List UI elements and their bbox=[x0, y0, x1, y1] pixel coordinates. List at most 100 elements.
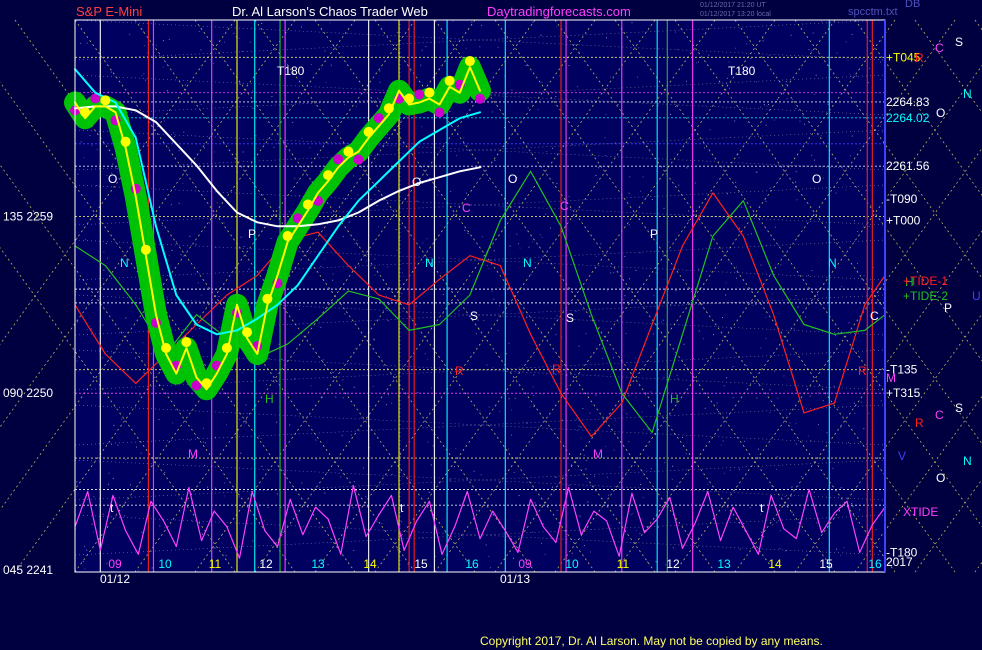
hour-label: 16 bbox=[868, 557, 882, 571]
star-dot bbox=[809, 395, 811, 397]
star-dot bbox=[139, 394, 141, 396]
right-planet-letter: N bbox=[963, 87, 972, 101]
star-dot bbox=[84, 545, 86, 547]
star-dot bbox=[642, 176, 644, 178]
star-dot bbox=[870, 131, 872, 133]
left-axis-tick: 135 2259 bbox=[3, 209, 53, 223]
star-dot bbox=[175, 241, 177, 243]
star-dot bbox=[556, 315, 558, 317]
star-dot bbox=[514, 131, 516, 132]
star-dot bbox=[818, 50, 819, 52]
star-dot bbox=[387, 320, 389, 322]
price-dot bbox=[282, 231, 293, 241]
star-dot bbox=[486, 265, 488, 267]
star-dot bbox=[353, 175, 354, 177]
star-dot bbox=[170, 204, 172, 206]
left-axis-tick: 045 2241 bbox=[3, 563, 53, 577]
price-dot bbox=[161, 343, 172, 353]
star-dot bbox=[340, 476, 342, 478]
planet-letter: H bbox=[265, 392, 274, 406]
star-dot bbox=[734, 120, 736, 122]
star-dot bbox=[532, 21, 534, 23]
star-dot bbox=[577, 57, 578, 59]
star-dot bbox=[92, 531, 94, 533]
star-dot bbox=[142, 342, 144, 344]
price-dot bbox=[464, 56, 475, 67]
star-dot bbox=[426, 238, 428, 240]
star-dot bbox=[322, 359, 324, 361]
star-dot bbox=[627, 301, 629, 303]
star-dot bbox=[810, 440, 812, 442]
right-planet-letter: C bbox=[935, 408, 944, 422]
star-dot bbox=[245, 418, 247, 420]
star-dot bbox=[532, 386, 534, 388]
star-dot bbox=[479, 410, 481, 412]
star-dot bbox=[213, 63, 215, 65]
star-dot bbox=[294, 177, 296, 179]
star-dot bbox=[197, 282, 199, 284]
right-axis-label: 2264.83 bbox=[886, 95, 930, 109]
star-dot bbox=[746, 43, 748, 45]
star-dot bbox=[420, 64, 422, 66]
star-dot bbox=[372, 385, 374, 387]
star-dot bbox=[465, 192, 467, 194]
star-dot bbox=[195, 243, 197, 245]
price-dot bbox=[383, 103, 394, 114]
star-dot bbox=[348, 221, 350, 223]
star-dot bbox=[626, 413, 628, 415]
star-dot bbox=[514, 397, 516, 399]
star-dot bbox=[223, 222, 225, 224]
price-dot bbox=[262, 293, 273, 304]
star-dot bbox=[309, 147, 311, 149]
star-dot bbox=[792, 98, 794, 100]
star-dot bbox=[90, 328, 92, 330]
star-dot bbox=[309, 263, 311, 265]
star-dot bbox=[816, 522, 818, 524]
star-dot bbox=[696, 62, 697, 64]
star-dot bbox=[607, 290, 609, 292]
star-dot bbox=[274, 381, 276, 383]
star-dot bbox=[159, 525, 161, 527]
star-dot bbox=[672, 547, 674, 549]
star-dot bbox=[235, 153, 237, 155]
star-dot bbox=[585, 333, 587, 335]
star-dot bbox=[811, 50, 813, 52]
star-dot bbox=[276, 493, 278, 495]
star-dot bbox=[882, 131, 883, 133]
star-dot bbox=[528, 246, 530, 248]
star-dot bbox=[385, 137, 387, 139]
star-dot bbox=[442, 293, 444, 295]
star-dot bbox=[703, 147, 705, 149]
planet-letter: O bbox=[108, 172, 117, 186]
star-dot bbox=[795, 295, 797, 297]
star-dot bbox=[356, 105, 357, 107]
date-label: 01/12 bbox=[100, 572, 130, 586]
star-dot bbox=[533, 374, 535, 376]
star-dot bbox=[482, 236, 484, 238]
star-dot bbox=[726, 377, 728, 379]
star-dot bbox=[580, 426, 582, 428]
star-dot bbox=[629, 176, 631, 178]
star-dot bbox=[166, 296, 168, 298]
star-dot bbox=[610, 272, 612, 274]
star-dot bbox=[729, 87, 730, 89]
star-dot bbox=[606, 476, 608, 478]
star-dot bbox=[614, 419, 616, 421]
star-dot bbox=[682, 436, 683, 438]
star-dot bbox=[587, 501, 589, 503]
star-dot bbox=[722, 317, 723, 318]
star-dot bbox=[273, 146, 275, 148]
planet-letter: P bbox=[248, 227, 256, 241]
star-dot bbox=[814, 93, 816, 95]
star-dot bbox=[650, 391, 652, 393]
star-dot bbox=[760, 264, 762, 266]
star-dot bbox=[171, 249, 173, 251]
star-dot bbox=[395, 229, 397, 231]
star-dot bbox=[766, 105, 768, 107]
star-dot bbox=[449, 479, 451, 481]
star-dot bbox=[554, 458, 556, 460]
star-dot bbox=[602, 358, 604, 359]
star-dot bbox=[125, 317, 127, 319]
hour-label: 11 bbox=[209, 557, 222, 571]
star-dot bbox=[769, 187, 771, 189]
